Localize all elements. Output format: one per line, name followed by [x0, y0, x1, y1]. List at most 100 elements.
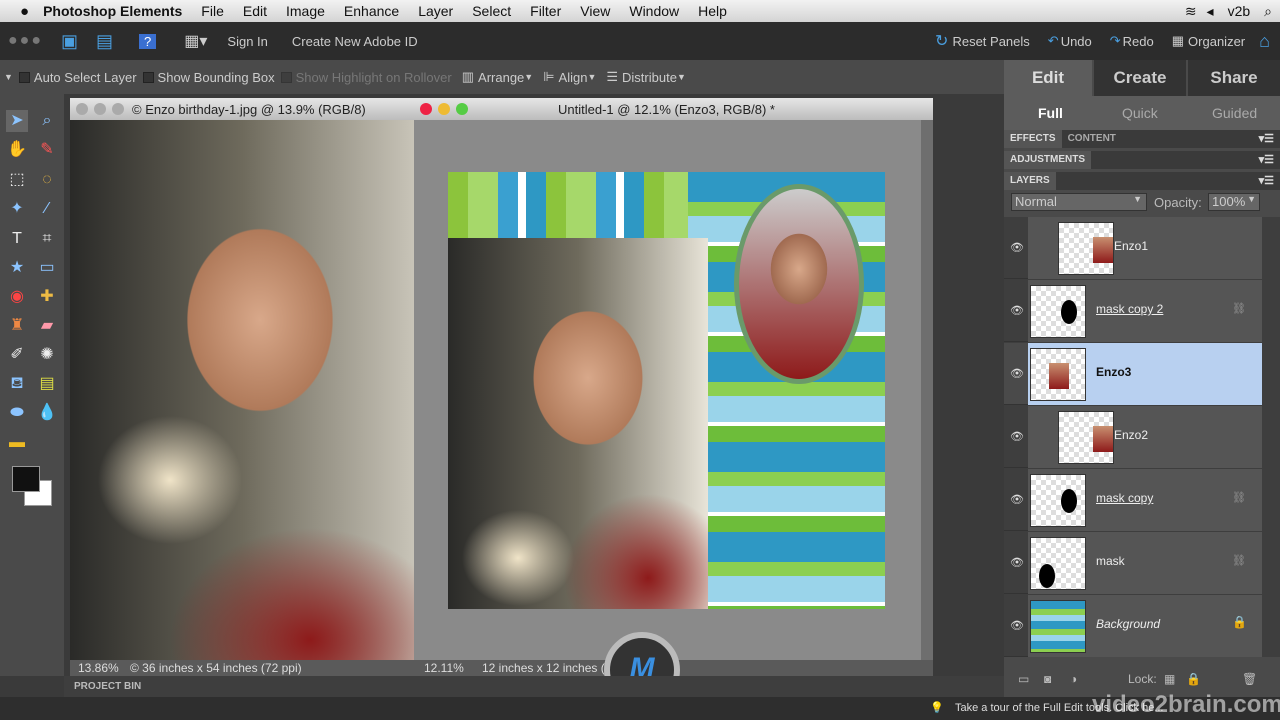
lasso-icon[interactable]: ◌: [36, 169, 58, 191]
hand-tool-icon[interactable]: ✋: [6, 139, 28, 161]
minimize-button[interactable]: [438, 103, 450, 115]
menu-image[interactable]: Image: [286, 3, 325, 19]
layer-row[interactable]: 👁 Enzo3: [1004, 343, 1262, 405]
create-id-link[interactable]: Create New Adobe ID: [292, 34, 418, 49]
document-info[interactable]: 12 inches x 12 inches (3: [482, 661, 611, 675]
wifi-icon[interactable]: ≋: [1185, 3, 1197, 20]
highlight-checkbox[interactable]: [280, 71, 292, 83]
menu-view[interactable]: View: [580, 3, 610, 19]
subtab-guided[interactable]: Guided: [1212, 105, 1257, 121]
close-button[interactable]: [76, 103, 88, 115]
tool-preset-icon[interactable]: ▼: [4, 72, 13, 82]
new-icon[interactable]: ▣: [61, 31, 78, 52]
panel-menu-icon[interactable]: ▾☰: [1259, 151, 1274, 169]
layer-name[interactable]: Enzo2: [1114, 428, 1148, 442]
sign-in-link[interactable]: Sign In: [227, 34, 267, 49]
vertical-scrollbar[interactable]: [921, 120, 933, 660]
layer-thumbnail[interactable]: [1030, 348, 1086, 401]
layout-icon[interactable]: ▦▾: [184, 31, 207, 51]
photo-canvas[interactable]: [70, 120, 414, 660]
tab-content[interactable]: CONTENT: [1062, 133, 1122, 144]
arrange-dropdown[interactable]: Arrange: [478, 70, 524, 85]
layer-name[interactable]: mask copy: [1096, 491, 1153, 505]
undo-button[interactable]: Undo: [1061, 34, 1092, 49]
reset-panels-button[interactable]: Reset Panels: [952, 34, 1029, 49]
menu-filter[interactable]: Filter: [530, 3, 561, 19]
visibility-eye-icon[interactable]: 👁: [1010, 430, 1024, 443]
eyedropper-icon[interactable]: ✎: [36, 139, 58, 161]
layer-thumbnail[interactable]: [1058, 411, 1114, 464]
red-eye-icon[interactable]: ◉: [6, 286, 28, 308]
tab-adjustments[interactable]: ADJUSTMENTS: [1004, 151, 1092, 169]
layer-name[interactable]: mask copy 2: [1096, 302, 1163, 316]
panel-menu-icon[interactable]: ▾☰: [1259, 130, 1274, 148]
layer-row[interactable]: 👁 Enzo2: [1004, 406, 1262, 468]
subtab-quick[interactable]: Quick: [1122, 105, 1158, 121]
project-bin[interactable]: PROJECT BIN: [64, 676, 1004, 697]
visibility-eye-icon[interactable]: 👁: [1010, 367, 1024, 380]
zoom-button[interactable]: [112, 103, 124, 115]
menu-file[interactable]: File: [201, 3, 224, 19]
visibility-eye-icon[interactable]: 👁: [1010, 304, 1024, 317]
layer-row[interactable]: 👁 mask ⛓: [1004, 532, 1262, 594]
user-name[interactable]: v2b: [1228, 3, 1251, 19]
menu-window[interactable]: Window: [629, 3, 679, 19]
new-layer-icon[interactable]: ▭: [1018, 672, 1029, 686]
crop-icon[interactable]: ⌗: [36, 228, 58, 250]
menu-layer[interactable]: Layer: [418, 3, 453, 19]
input-icon[interactable]: ◂: [1207, 3, 1214, 20]
layer-name[interactable]: Enzo3: [1096, 365, 1131, 379]
delete-layer-icon[interactable]: 🗑: [1242, 672, 1257, 686]
visibility-eye-icon[interactable]: 👁: [1010, 556, 1024, 569]
link-icon[interactable]: ⛓: [1232, 554, 1246, 567]
shape-icon[interactable]: ⬬: [6, 402, 28, 424]
visibility-eye-icon[interactable]: 👁: [1010, 241, 1024, 254]
visibility-eye-icon[interactable]: 👁: [1010, 493, 1024, 506]
layer-thumbnail[interactable]: [1030, 285, 1086, 338]
layer-thumbnail[interactable]: [1030, 537, 1086, 590]
layer-thumbnail[interactable]: [1030, 474, 1086, 527]
link-icon[interactable]: ⛓: [1232, 302, 1246, 315]
menu-enhance[interactable]: Enhance: [344, 3, 399, 19]
zoom-level[interactable]: 12.11%: [424, 661, 482, 675]
document-info[interactable]: © 36 inches x 54 inches (72 ppi): [130, 661, 302, 675]
lock-all-icon[interactable]: 🔒: [1186, 672, 1201, 686]
help-icon[interactable]: ?: [139, 33, 157, 49]
panel-menu-icon[interactable]: ▾☰: [1259, 172, 1274, 190]
opacity-field[interactable]: 100% ▼: [1208, 193, 1260, 211]
blend-mode-select[interactable]: Normal ▼: [1011, 193, 1147, 211]
save-icon[interactable]: ▤: [96, 31, 113, 52]
bounding-box-checkbox[interactable]: [142, 71, 154, 83]
healing-brush-icon[interactable]: ✚: [36, 286, 58, 308]
scrapbook-canvas[interactable]: [448, 172, 885, 609]
smart-brush-icon[interactable]: ✺: [36, 344, 58, 366]
distribute-dropdown[interactable]: Distribute: [622, 70, 677, 85]
magic-wand-icon[interactable]: ✦: [6, 198, 28, 220]
link-icon[interactable]: ⛓: [1232, 491, 1246, 504]
tab-create[interactable]: Create: [1094, 60, 1186, 96]
adjustment-layer-icon[interactable]: ◑: [1070, 672, 1077, 686]
eraser-icon[interactable]: ▰: [36, 315, 58, 337]
document-title-bar[interactable]: © Enzo birthday-1.jpg @ 13.9% (RGB/8): [70, 98, 414, 120]
align-dropdown[interactable]: Align: [559, 70, 588, 85]
tab-effects[interactable]: EFFECTS: [1004, 130, 1062, 148]
subtab-full[interactable]: Full: [1038, 105, 1063, 121]
auto-select-checkbox[interactable]: [18, 71, 30, 83]
lock-transparency-icon[interactable]: ▦: [1164, 672, 1175, 686]
layer-name[interactable]: mask: [1096, 554, 1125, 568]
minimize-button[interactable]: [94, 103, 106, 115]
zoom-button[interactable]: [456, 103, 468, 115]
organizer-button[interactable]: Organizer: [1188, 34, 1245, 49]
blur-icon[interactable]: 💧: [36, 402, 58, 424]
marquee-icon[interactable]: ⬚: [6, 169, 28, 191]
gradient-icon[interactable]: ▤: [36, 373, 58, 395]
layer-thumbnail[interactable]: [1058, 222, 1114, 275]
layer-row[interactable]: 👁 Background 🔒: [1004, 595, 1262, 657]
paint-bucket-icon[interactable]: ⛾: [6, 373, 28, 395]
app-name[interactable]: Photoshop Elements: [43, 3, 182, 19]
layer-name[interactable]: Background: [1096, 617, 1160, 631]
home-icon[interactable]: ⌂: [1259, 31, 1270, 52]
clone-stamp-icon[interactable]: ♜: [6, 315, 28, 337]
visibility-eye-icon[interactable]: 👁: [1010, 619, 1024, 632]
menu-edit[interactable]: Edit: [243, 3, 267, 19]
